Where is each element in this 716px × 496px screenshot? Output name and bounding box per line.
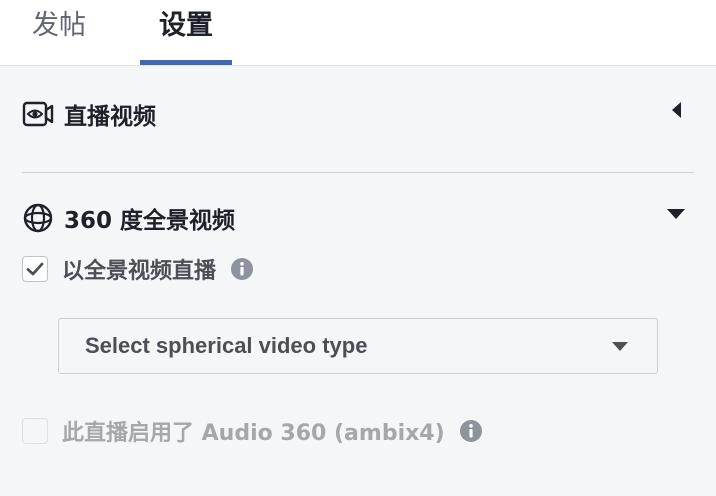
tab-settings[interactable]: 设置 (140, 0, 232, 66)
live-video-collapse-toggle[interactable] (666, 100, 686, 120)
live-video-section-header[interactable]: 直播视频 (22, 97, 156, 131)
checkmark-icon (26, 262, 44, 276)
chevron-down-icon (612, 342, 628, 351)
info-icon[interactable] (230, 257, 254, 281)
video-360-collapse-toggle[interactable] (666, 204, 686, 224)
info-icon[interactable] (459, 419, 483, 443)
live-video-section-title: 直播视频 (64, 104, 156, 130)
live-360-checkbox[interactable] (22, 256, 48, 282)
spherical-video-type-value: Select spherical video type (85, 333, 368, 358)
live-360-label: 以全景视频直播 (62, 259, 217, 284)
spherical-video-type-select[interactable]: Select spherical video type (58, 318, 658, 374)
audio-360-label: 此直播启用了 Audio 360 (ambix4) (62, 421, 445, 446)
active-tab-indicator (140, 60, 232, 65)
video-360-section-title: 360 度全景视频 (64, 208, 236, 234)
tab-post[interactable]: 发帖 (32, 0, 86, 66)
globe-360-icon (22, 202, 54, 234)
audio-360-option: 此直播启用了 Audio 360 (ambix4) (22, 416, 483, 446)
video-camera-eye-icon (22, 98, 54, 130)
section-divider (22, 172, 694, 173)
caret-down-icon (667, 209, 685, 219)
tab-bar: 发帖 设置 (0, 0, 716, 66)
live-360-option: 以全景视频直播 (22, 254, 254, 284)
video-360-section-header[interactable]: 360 度全景视频 (22, 201, 235, 235)
caret-left-icon (672, 102, 681, 118)
audio-360-checkbox[interactable] (22, 418, 48, 444)
